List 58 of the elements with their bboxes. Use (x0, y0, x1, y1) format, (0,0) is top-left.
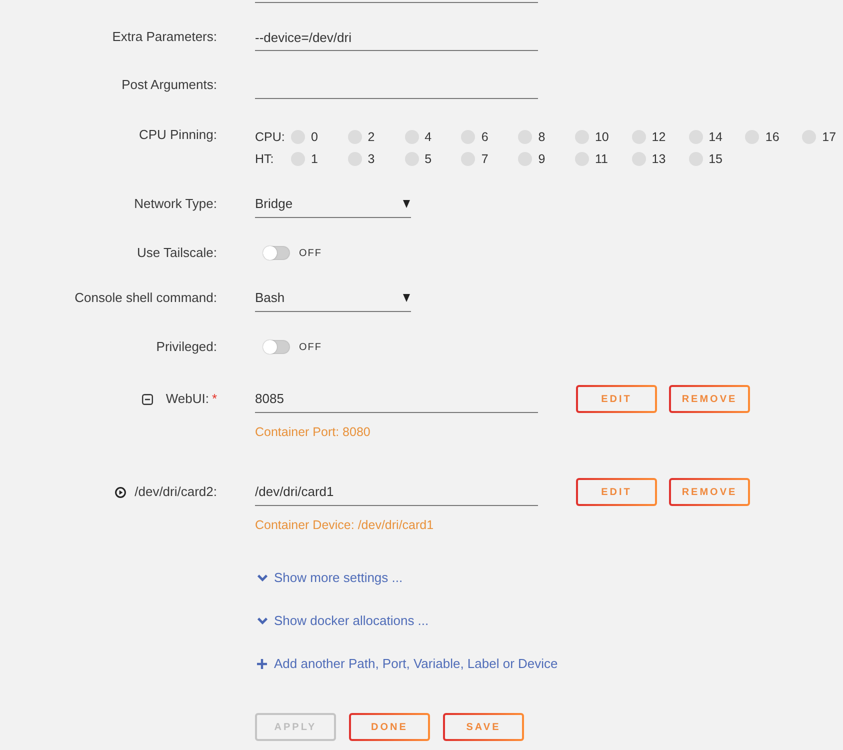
field-label: /dev/dri/card2: (134, 484, 217, 500)
cpu-number: 0 (311, 129, 318, 145)
cpu-number: 5 (424, 151, 432, 167)
cpu-number: 2 (368, 129, 375, 145)
field-label: Extra Parameters: (112, 29, 217, 44)
cpu-number: 15 (708, 151, 722, 167)
field-label: Use Tailscale: (137, 245, 217, 260)
expand-link[interactable]: Show more settings ... (274, 570, 403, 586)
field-label: CPU Pinning: (138, 127, 217, 142)
cpu-number: 10 (594, 129, 609, 145)
cpu-number: 6 (481, 129, 488, 145)
field-label: WebUI: (166, 391, 209, 407)
cpu-number: 9 (538, 151, 546, 167)
plus-icon (257, 659, 267, 669)
chevron-down-icon (257, 574, 268, 582)
edit-button[interactable]: EDIT (576, 478, 657, 506)
cpu-number: 17 (822, 129, 836, 145)
input-field[interactable] (255, 0, 538, 3)
caret-icon (403, 294, 410, 302)
play-circle-icon[interactable] (114, 486, 126, 498)
collapse-icon[interactable] (142, 394, 153, 404)
input-field[interactable]: /dev/dri/card1 (255, 482, 538, 506)
dropdown-select[interactable]: Bridge (255, 194, 411, 218)
container-mapping-note: Container Device: /dev/dri/card1 (255, 517, 435, 533)
toggle-state: OFF (299, 340, 322, 354)
toggle-state: OFF (299, 246, 322, 260)
cpu-number: 14 (708, 129, 722, 145)
toggle-switch[interactable] (263, 246, 290, 260)
add-link[interactable]: Add another Path, Port, Variable, Label or Device (274, 656, 558, 672)
dropdown-select[interactable]: Bash (255, 288, 411, 312)
cpu-row-label: CPU: (255, 129, 286, 145)
caret-icon (403, 200, 410, 208)
cpu-number: 16 (765, 129, 780, 145)
input-field[interactable]: 8085 (255, 389, 538, 413)
remove-button[interactable]: REMOVE (669, 478, 750, 506)
cpu-number: 4 (424, 129, 432, 145)
action-button[interactable]: DONE (349, 713, 430, 741)
edit-button[interactable]: EDIT (576, 385, 657, 413)
cpu-number: 8 (538, 129, 546, 145)
required-mark: * (212, 391, 217, 407)
field-label: Privileged: (156, 339, 217, 354)
cpu-number: 1 (311, 151, 318, 167)
container-mapping-note: Container Port: 8080 (255, 424, 372, 440)
cpu-number: 11 (594, 151, 608, 167)
field-label: Post Arguments: (122, 77, 217, 92)
cpu-number: 3 (368, 151, 375, 167)
field-label: Network Type: (134, 196, 217, 211)
action-button[interactable]: SAVE (443, 713, 524, 741)
ht-row-label: HT: (255, 151, 275, 167)
cpu-number: 13 (652, 151, 666, 167)
input-field[interactable]: --device=/dev/dri (255, 28, 538, 51)
remove-button[interactable]: REMOVE (669, 385, 750, 413)
cpu-number: 12 (652, 129, 666, 145)
chevron-down-icon (257, 617, 268, 625)
expand-link[interactable]: Show docker allocations ... (274, 613, 429, 629)
cpu-number: 7 (481, 151, 488, 167)
field-label: Console shell command: (74, 290, 217, 305)
toggle-switch[interactable] (263, 340, 290, 354)
